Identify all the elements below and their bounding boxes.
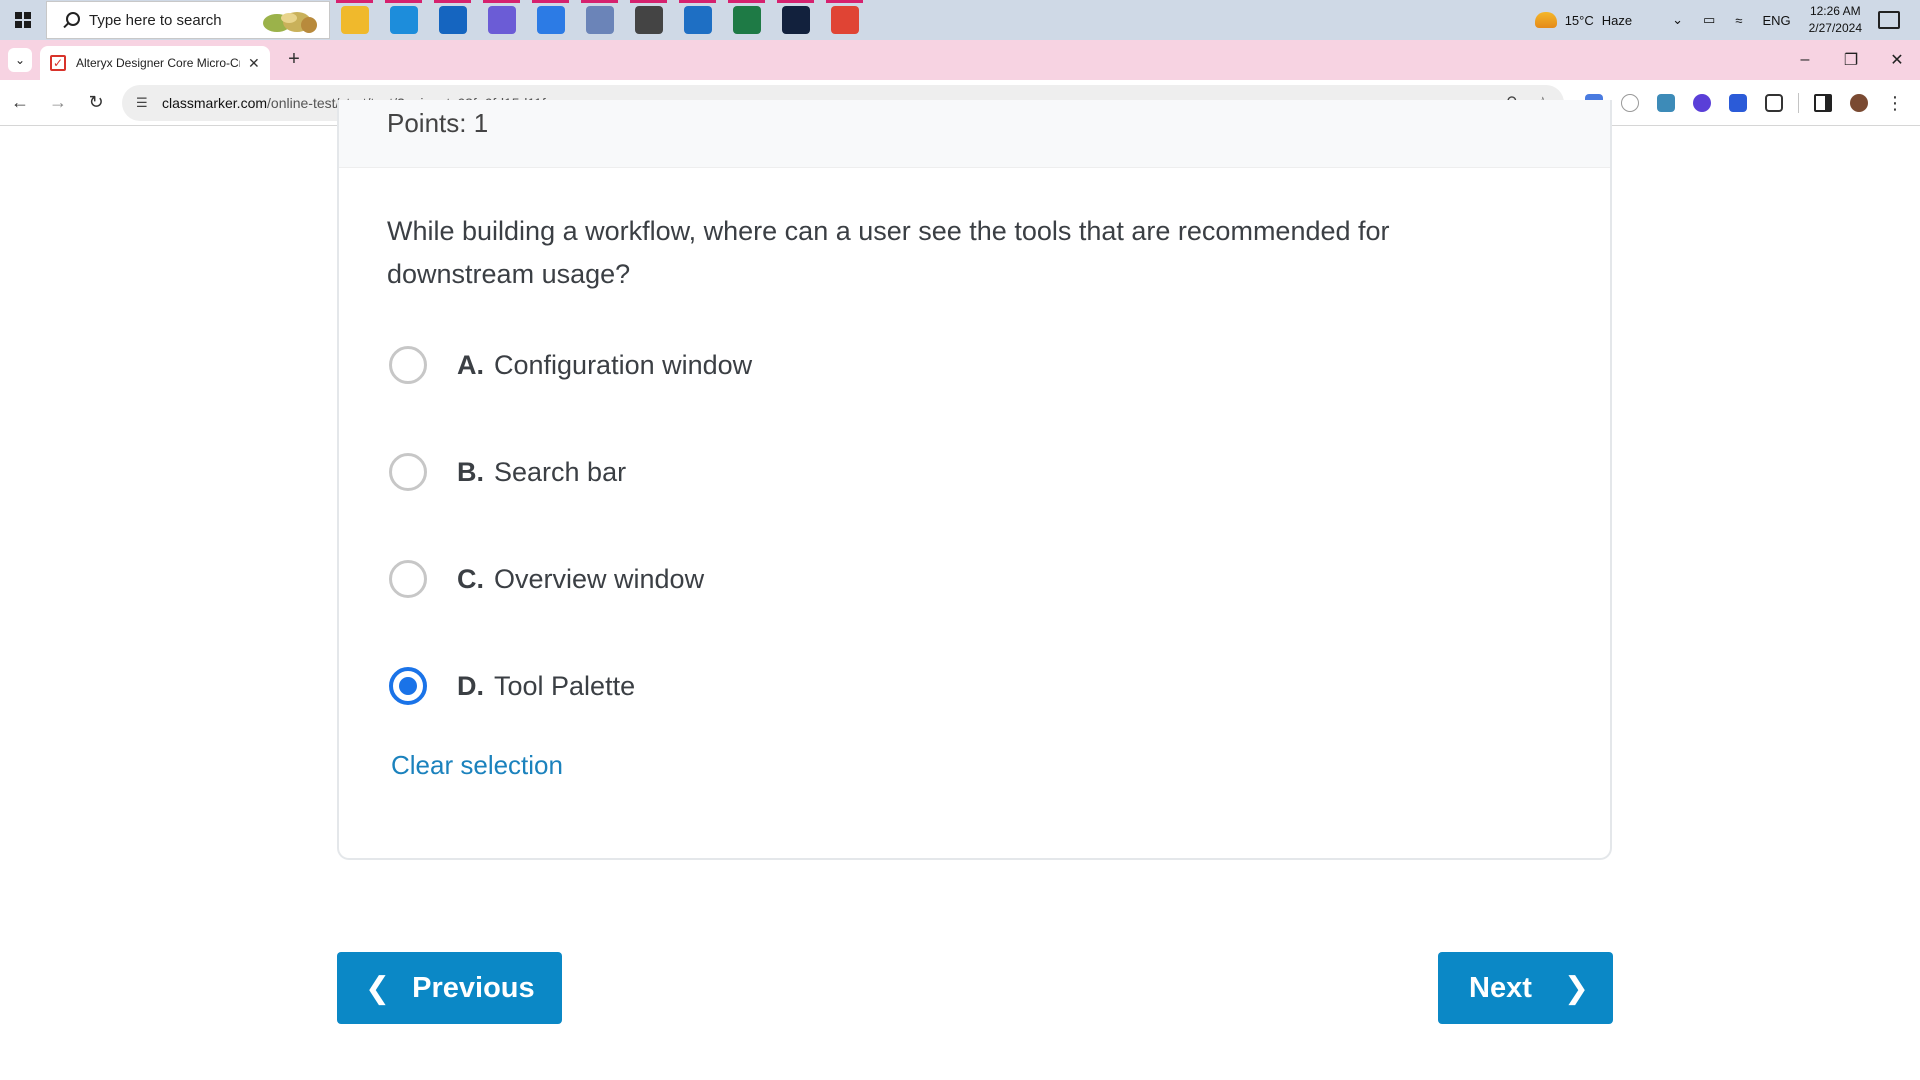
points-label: Points: 1 (387, 108, 489, 138)
taskbar-app-azure[interactable] (526, 0, 575, 40)
profile-avatar[interactable] (1841, 80, 1877, 126)
show-hidden-icons-chevron-icon[interactable]: ⌄ (1672, 12, 1683, 28)
taskbar-app-file-explorer[interactable] (330, 0, 379, 40)
browser-tab-active[interactable]: ✓ Alteryx Designer Core Micro-Cr ✕ (40, 46, 270, 80)
window-controls: – ❐ ✕ (1782, 40, 1920, 80)
chrome-icon (830, 6, 859, 34)
clock-date: 2/27/2024 (1808, 21, 1862, 35)
forward-arrow-icon[interactable]: → (40, 85, 76, 121)
taskbar-search-placeholder: Type here to search (89, 11, 222, 29)
taskbar-pinned-apps (330, 0, 869, 40)
windows-taskbar: Type here to search 15°C Haze ⌄ ▭ ≈ ENG … (0, 0, 1920, 40)
taskbar-app-chrome[interactable] (820, 0, 869, 40)
terminal-icon (781, 6, 810, 34)
taskbar-app-terminal[interactable] (771, 0, 820, 40)
search-icon (61, 10, 81, 30)
language-indicator[interactable]: ENG (1762, 13, 1790, 28)
accessibility-extension-icon[interactable] (1720, 80, 1756, 126)
radio-button[interactable] (389, 560, 427, 598)
taskbar-search-box[interactable]: Type here to search (46, 1, 330, 39)
answer-option[interactable]: D. Tool Palette (389, 661, 635, 711)
browser-tab-strip: ⌄ ✓ Alteryx Designer Core Micro-Cr ✕ + –… (0, 40, 1920, 80)
option-letter: B. (457, 456, 484, 487)
radio-button[interactable] (389, 453, 427, 491)
edge-icon (389, 6, 418, 34)
next-button[interactable]: Next ❯ (1438, 952, 1613, 1024)
pen-extension-icon[interactable] (1612, 80, 1648, 126)
weather-icon (1534, 12, 1557, 28)
taskbar-app-copilot[interactable] (477, 0, 526, 40)
option-letter: C. (457, 563, 484, 594)
chevron-left-icon: ❮ (365, 971, 391, 1005)
document-icon (585, 6, 614, 34)
system-tray: 15°C Haze ⌄ ▭ ≈ ENG 12:26 AM 2/27/2024 (1534, 0, 1920, 40)
classmarker-favicon-icon: ✓ (50, 55, 66, 71)
mail-icon (438, 6, 467, 34)
copilot-icon (487, 6, 516, 34)
notifications-icon[interactable] (1878, 11, 1900, 29)
azure-icon (536, 6, 565, 34)
file-explorer-icon (340, 6, 369, 34)
side-panel-icon[interactable] (1805, 80, 1841, 126)
settings-icon (634, 6, 663, 34)
battery-icon[interactable]: ▭ (1703, 12, 1715, 28)
option-letter: D. (457, 670, 484, 701)
photos-icon (683, 6, 712, 34)
new-tab-plus-icon[interactable]: + (282, 48, 306, 71)
option-text: Configuration window (494, 349, 753, 380)
taskbar-app-excel[interactable] (722, 0, 771, 40)
excel-icon (732, 6, 761, 34)
tab-search-chevron-icon[interactable]: ⌄ (8, 48, 32, 72)
question-text: While building a workflow, where can a u… (387, 216, 1390, 289)
url-host: classmarker.com (162, 95, 268, 111)
weather-description: Haze (1601, 12, 1633, 28)
radio-button-selected[interactable] (389, 667, 427, 705)
taskbar-app-document[interactable] (575, 0, 624, 40)
radio-button[interactable] (389, 346, 427, 384)
close-window-icon[interactable]: ✕ (1874, 40, 1920, 80)
extensions-puzzle-icon[interactable] (1756, 80, 1792, 126)
clear-selection-link[interactable]: Clear selection (391, 750, 563, 781)
option-letter: A. (457, 349, 484, 380)
taskbar-app-edge[interactable] (379, 0, 428, 40)
toolbar-separator (1798, 93, 1799, 113)
option-text: Tool Palette (494, 670, 636, 701)
option-text: Overview window (494, 563, 705, 594)
start-button[interactable] (0, 0, 46, 40)
previous-button[interactable]: ❮ Previous (337, 952, 562, 1024)
site-info-icon[interactable]: ☰ (136, 95, 152, 111)
taskbar-app-settings[interactable] (624, 0, 673, 40)
search-highlight-illustration-icon (263, 12, 317, 33)
back-arrow-icon[interactable]: ← (2, 85, 38, 121)
weather-widget[interactable]: 15°C Haze (1534, 12, 1633, 28)
extensions-area: ⋮ (1576, 80, 1913, 126)
answer-option[interactable]: C. Overview window (389, 554, 704, 604)
taskbar-app-photos[interactable] (673, 0, 722, 40)
tab-close-icon[interactable]: ✕ (248, 55, 260, 72)
weather-temperature: 15°C (1564, 12, 1594, 28)
answer-option[interactable]: B. Search bar (389, 447, 626, 497)
question-card: Points: 1 While building a workflow, whe… (337, 100, 1612, 860)
taskbar-app-mail[interactable] (428, 0, 477, 40)
wifi-icon[interactable]: ≈ (1735, 13, 1742, 28)
printer-extension-icon[interactable] (1648, 80, 1684, 126)
circle-extension-icon[interactable] (1684, 80, 1720, 126)
minimize-icon[interactable]: – (1782, 40, 1828, 80)
chevron-right-icon: ❯ (1563, 971, 1589, 1005)
taskbar-clock[interactable]: 12:26 AM 2/27/2024 (1809, 3, 1862, 37)
next-button-label: Next (1469, 971, 1532, 1004)
answer-option[interactable]: A. Configuration window (389, 340, 752, 390)
question-card-header: Points: 1 (339, 100, 1610, 168)
previous-button-label: Previous (412, 971, 535, 1004)
chrome-menu-icon[interactable]: ⋮ (1877, 80, 1913, 126)
clock-time: 12:26 AM (1809, 4, 1861, 18)
windows-logo-icon (15, 12, 31, 28)
tab-title: Alteryx Designer Core Micro-Cr (76, 56, 240, 70)
reload-icon[interactable]: ↻ (78, 85, 114, 121)
restore-icon[interactable]: ❐ (1828, 40, 1874, 80)
option-text: Search bar (494, 456, 627, 487)
